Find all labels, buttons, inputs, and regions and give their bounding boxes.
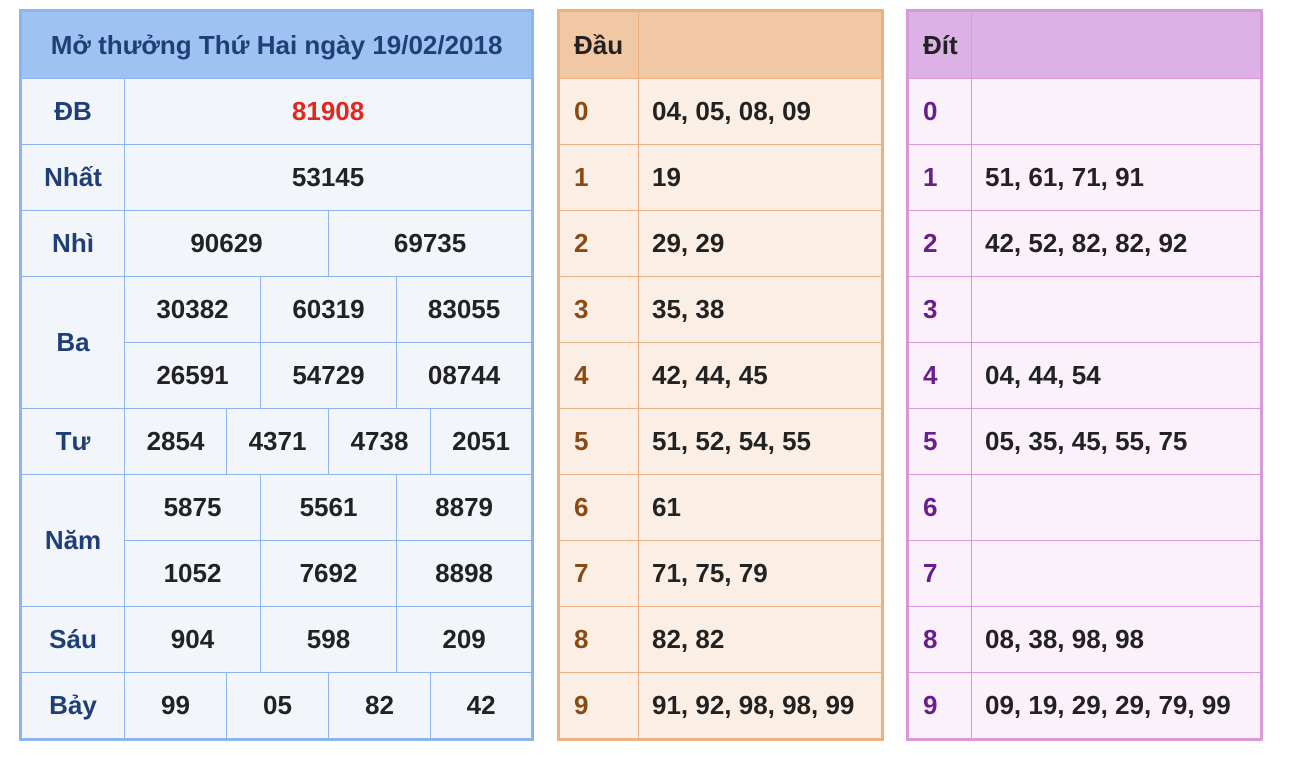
- dau-value: 82, 82: [638, 606, 883, 673]
- prize-nam-value: 5875: [124, 474, 261, 541]
- dau-key: 8: [558, 606, 639, 673]
- dau-key: 5: [558, 408, 639, 475]
- dau-key: 4: [558, 342, 639, 409]
- dau-key: 3: [558, 276, 639, 343]
- prize-db-value: 81908: [123, 78, 534, 145]
- dit-value: 51, 61, 71, 91: [971, 144, 1262, 211]
- prize-label-nam: Năm: [20, 474, 125, 607]
- dit-value: [971, 276, 1262, 343]
- prize-ba-value: 54729: [260, 342, 397, 409]
- dau-value: 71, 75, 79: [638, 540, 883, 607]
- prize-label-tu: Tư: [20, 408, 125, 475]
- prize-label-bay: Bảy: [20, 672, 125, 740]
- prize-ba-value: 30382: [124, 276, 261, 343]
- dau-value: 35, 38: [638, 276, 883, 343]
- prize-nhat-value: 53145: [123, 144, 534, 211]
- prize-nhi-value: 69735: [327, 210, 534, 277]
- dit-key: 0: [907, 78, 972, 145]
- dit-value: [971, 474, 1262, 541]
- dau-key: 1: [558, 144, 639, 211]
- dau-key: 2: [558, 210, 639, 277]
- dit-key: 2: [907, 210, 972, 277]
- prize-nam-value: 1052: [124, 540, 261, 607]
- prize-tu-value: 4738: [328, 408, 431, 475]
- dau-table: Đầu 0 04, 05, 08, 09 1 19 2 29, 29 3 35, 38 …: [557, 9, 884, 741]
- prize-label-nhat: Nhất: [20, 144, 125, 211]
- prize-tu-value: 2854: [124, 408, 227, 475]
- prize-label-sau: Sáu: [20, 606, 125, 673]
- prize-ba-value: 08744: [395, 342, 534, 409]
- dau-key: 6: [558, 474, 639, 541]
- dit-key: 5: [907, 408, 972, 475]
- dit-value: 09, 19, 29, 29, 79, 99: [971, 672, 1262, 740]
- prize-ba-value: 26591: [124, 342, 261, 409]
- dit-key: 8: [907, 606, 972, 673]
- dau-value: 91, 92, 98, 98, 99: [638, 672, 883, 740]
- prize-ba-value: 60319: [260, 276, 397, 343]
- results-title: Mở thưởng Thứ Hai ngày 19/02/2018: [19, 10, 534, 79]
- dit-header-blank: [971, 10, 1262, 79]
- prize-bay-value: 99: [124, 672, 227, 740]
- dau-value: 42, 44, 45: [638, 342, 883, 409]
- prize-bay-value: 05: [226, 672, 329, 740]
- dit-key: 6: [907, 474, 972, 541]
- dau-value: 29, 29: [638, 210, 883, 277]
- prize-tu-value: 2051: [429, 408, 534, 475]
- dit-value: 08, 38, 98, 98: [971, 606, 1262, 673]
- prize-nam-value: 8898: [395, 540, 534, 607]
- dit-value: 05, 35, 45, 55, 75: [971, 408, 1262, 475]
- dit-key: 3: [907, 276, 972, 343]
- prize-nam-value: 8879: [395, 474, 534, 541]
- dit-value: 04, 44, 54: [971, 342, 1262, 409]
- prize-ba-value: 83055: [395, 276, 534, 343]
- dit-value: [971, 540, 1262, 607]
- prize-tu-value: 4371: [226, 408, 329, 475]
- prize-label-db: ĐB: [20, 78, 125, 145]
- results-table: Mở thưởng Thứ Hai ngày 19/02/2018 ĐB 819…: [19, 9, 535, 741]
- dit-value: 42, 52, 82, 82, 92: [971, 210, 1262, 277]
- dau-value: 04, 05, 08, 09: [638, 78, 883, 145]
- dau-value: 19: [638, 144, 883, 211]
- prize-label-ba: Ba: [20, 276, 125, 409]
- dau-header: Đầu: [558, 10, 639, 79]
- dit-key: 9: [907, 672, 972, 740]
- dit-header: Đít: [907, 10, 972, 79]
- prize-sau-value: 598: [260, 606, 397, 673]
- dit-table: Đít 0 1 51, 61, 71, 91 2 42, 52, 82, 82, 9…: [906, 9, 1263, 741]
- prize-nam-value: 7692: [260, 540, 397, 607]
- dau-key: 0: [558, 78, 639, 145]
- prize-sau-value: 904: [124, 606, 261, 673]
- dau-key: 9: [558, 672, 639, 740]
- prize-bay-value: 42: [429, 672, 534, 740]
- dau-key: 7: [558, 540, 639, 607]
- prize-sau-value: 209: [395, 606, 534, 673]
- prize-bay-value: 82: [328, 672, 431, 740]
- prize-nam-value: 5561: [260, 474, 397, 541]
- prize-nhi-value: 90629: [124, 210, 329, 277]
- prize-label-nhi: Nhì: [20, 210, 125, 277]
- dit-key: 4: [907, 342, 972, 409]
- dau-value: 51, 52, 54, 55: [638, 408, 883, 475]
- dit-key: 1: [907, 144, 972, 211]
- dit-value: [971, 78, 1262, 145]
- dau-value: 61: [638, 474, 883, 541]
- dau-header-blank: [638, 10, 883, 79]
- dit-key: 7: [907, 540, 972, 607]
